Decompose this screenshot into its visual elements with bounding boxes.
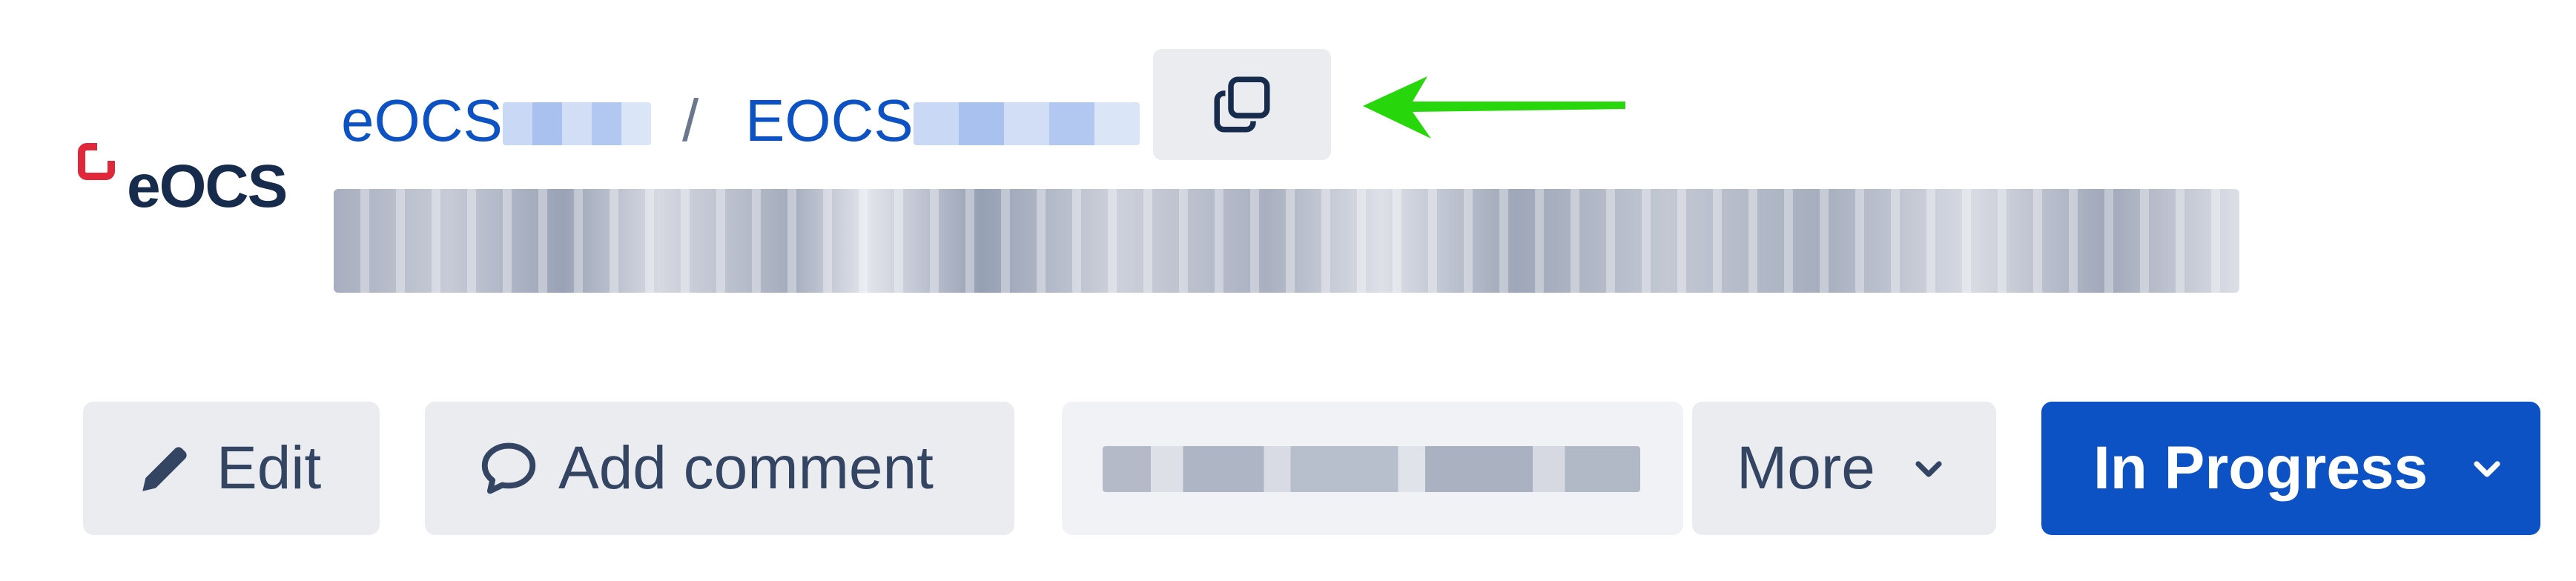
- edit-label: Edit: [217, 434, 322, 502]
- add-comment-label: Add comment: [558, 434, 934, 502]
- status-dropdown-button[interactable]: In Progress: [2041, 402, 2540, 535]
- status-chevron-down-icon: [2469, 451, 2505, 486]
- edit-button[interactable]: Edit: [83, 402, 380, 535]
- logo-text: eOCS: [127, 153, 288, 220]
- app-logo: eOCS: [78, 137, 308, 219]
- breadcrumb-project-label: eOCS: [341, 87, 503, 153]
- annotation-arrow-icon: [1363, 76, 1625, 139]
- breadcrumb-project-link[interactable]: eOCS: [341, 87, 651, 154]
- redacted-action-button[interactable]: [1062, 402, 1683, 535]
- status-label: In Progress: [2093, 434, 2428, 502]
- copy-link-icon: [1209, 71, 1275, 138]
- more-button[interactable]: More: [1692, 402, 1996, 535]
- more-label: More: [1737, 434, 1875, 502]
- redacted-issue-number: [913, 102, 1140, 145]
- chevron-down-icon: [1911, 451, 1946, 486]
- breadcrumb-separator: /: [682, 87, 699, 153]
- copy-link-button[interactable]: [1153, 49, 1331, 160]
- redacted-action-label: [1103, 446, 1640, 492]
- speech-bubble-icon: [477, 436, 541, 500]
- breadcrumb-issue-link[interactable]: EOCS: [745, 87, 1140, 154]
- issue-title: [334, 189, 2239, 293]
- logo-mark-icon: [78, 142, 116, 180]
- breadcrumb-issue-label: EOCS: [745, 87, 914, 153]
- redacted-project-suffix: [502, 102, 651, 145]
- pencil-icon: [135, 438, 196, 499]
- add-comment-button[interactable]: Add comment: [425, 402, 1014, 535]
